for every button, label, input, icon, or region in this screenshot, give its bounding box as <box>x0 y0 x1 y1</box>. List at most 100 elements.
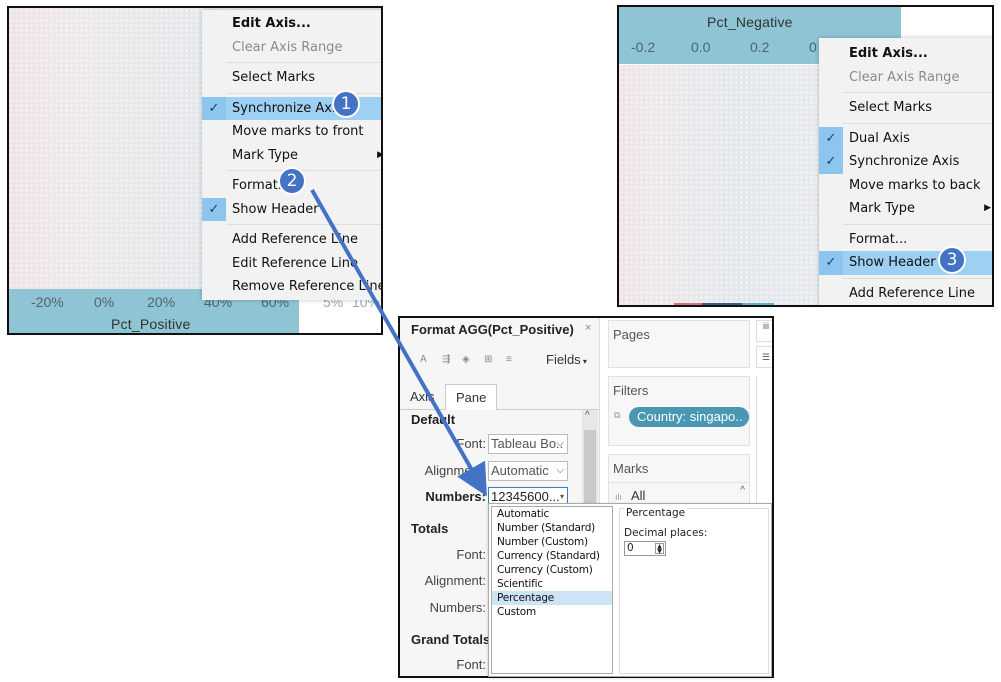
menu-item-mark-type[interactable]: Mark Type ▶ <box>819 197 992 221</box>
number-format-option[interactable]: Number (Standard) <box>492 521 612 535</box>
menu-item-format[interactable]: Format... <box>819 228 992 252</box>
section-totals: Totals <box>411 521 449 536</box>
menu-item-edit-reference-line[interactable]: Edit Reference Line <box>202 252 381 276</box>
alignment-value: Automatic <box>491 463 549 478</box>
scroll-up-icon[interactable]: ^ <box>740 485 745 496</box>
numbers-value: 12345600... <box>491 489 560 504</box>
decimal-places-stepper[interactable]: 0 ▲ ▼ <box>624 541 666 556</box>
filter-icon: ⧉ <box>614 410 621 420</box>
bar-mark-blue <box>742 303 774 305</box>
number-format-option[interactable]: Scientific <box>492 577 612 591</box>
menu-item-move-marks-to-back[interactable]: Move marks to back <box>819 174 992 198</box>
menu-item-label: Edit Axis... <box>232 16 311 31</box>
axis-tick: 0.2 <box>750 39 770 55</box>
marks-type-all[interactable]: All <box>631 488 645 503</box>
menu-item-select-marks[interactable]: Select Marks <box>202 66 381 90</box>
font-icon[interactable]: A <box>420 354 427 365</box>
view-area <box>756 376 772 516</box>
bar-mark-navy <box>702 303 742 305</box>
menu-item-synchronize-axis[interactable]: ✓ Synchronize Axis <box>819 150 992 174</box>
menu-item-clear-axis-range[interactable]: Clear Axis Range <box>202 36 381 60</box>
menu-item-label: Edit Axis... <box>849 46 928 61</box>
number-format-option[interactable]: Currency (Custom) <box>492 563 612 577</box>
axis-context-menu: Edit Axis... Clear Axis Range Select Marks… <box>819 38 992 306</box>
number-format-option[interactable]: Custom <box>492 605 612 619</box>
menu-item-edit-axis[interactable]: Edit Axis... <box>202 12 381 36</box>
menu-item-move-marks-to-front[interactable]: Move marks to front <box>202 120 381 144</box>
bar-mark-red <box>674 303 702 305</box>
axis-tick: 20% <box>147 294 176 310</box>
number-format-option[interactable]: Number (Custom) <box>492 535 612 549</box>
filters-shelf[interactable]: Filters ⧉ Country: singapo.. <box>608 376 750 446</box>
caret-down-icon: ▾ <box>580 357 587 366</box>
submenu-arrow-icon: ▶ <box>377 144 381 168</box>
stepper-arrows-icon[interactable]: ▲ ▼ <box>655 543 664 555</box>
format-group-label: Percentage <box>624 507 688 519</box>
menu-item-label: Clear Axis Range <box>232 39 343 55</box>
shading-icon[interactable]: ◈ <box>462 354 470 365</box>
font-label: Font: <box>456 436 486 451</box>
grand-totals-font-label: Font: <box>456 657 486 672</box>
menu-item-add-reference-line[interactable]: Add Reference Line <box>819 282 992 306</box>
menu-item-label: Select Marks <box>232 70 316 85</box>
align-icon[interactable]: ⇶ <box>442 354 450 365</box>
menu-separator <box>226 62 381 63</box>
filters-label: Filters <box>613 383 649 398</box>
menu-item-edit-axis[interactable]: Edit Axis... <box>819 42 992 66</box>
checkmark-icon: ✓ <box>202 197 226 221</box>
list-icon[interactable]: ☰ <box>756 346 772 368</box>
borders-icon[interactable]: ⊞ <box>484 354 492 365</box>
format-options: Percentage Decimal places: 0 ▲ ▼ <box>619 507 769 674</box>
menu-item-label: Show Header <box>849 255 936 270</box>
axis-title: Pct_Negative <box>707 14 793 30</box>
checkmark-icon: ✓ <box>202 96 226 120</box>
tab-axis[interactable]: Axis <box>400 384 445 410</box>
decimal-places-label: Decimal places: <box>624 527 708 539</box>
menu-item-remove-reference-line[interactable]: Remove Reference Line <box>202 275 381 299</box>
number-format-option[interactable]: Percentage <box>492 591 612 605</box>
menu-item-show-header[interactable]: ✓ Show Header <box>819 251 992 275</box>
marks-label: Marks <box>613 461 649 476</box>
totals-font-label: Font: <box>456 547 486 562</box>
menu-item-select-marks[interactable]: Select Marks <box>819 96 992 120</box>
menu-item-show-header[interactable]: ✓ Show Header <box>202 197 381 221</box>
menu-item-clear-axis-range[interactable]: Clear Axis Range <box>819 66 992 90</box>
menu-separator <box>843 92 992 93</box>
menu-separator <box>226 170 381 171</box>
menu-item-label: Mark Type <box>849 201 916 216</box>
lines-icon[interactable]: ≡ <box>506 354 512 365</box>
section-default: Default <box>411 412 456 427</box>
alignment-select[interactable]: Automatic ⌵ <box>488 461 568 481</box>
menu-item-label: Mark Type <box>232 147 299 163</box>
number-format-option[interactable]: Currency (Standard) <box>492 549 612 563</box>
axis-title: Pct_Positive <box>111 316 191 332</box>
menu-item-label: Synchronize Axis <box>232 100 343 116</box>
menu-item-add-reference-line[interactable]: Add Reference Line <box>202 228 381 252</box>
menu-item-label: Clear Axis Range <box>849 69 960 85</box>
menu-item-label: Add Reference Line <box>232 232 358 247</box>
pages-shelf[interactable]: Pages <box>608 320 750 368</box>
format-tabs: Axis Pane <box>400 384 600 410</box>
checkmark-icon: ✓ <box>819 251 843 275</box>
fields-dropdown[interactable]: Fields ▾ <box>546 352 587 367</box>
number-format-list: Automatic Number (Standard) Number (Custom… <box>491 506 613 674</box>
number-format-option[interactable]: Automatic <box>492 507 612 521</box>
toolbar-icon[interactable]: iii <box>756 320 772 342</box>
axis-tick: 0 <box>809 39 817 55</box>
left-screenshot-panel: -20% 0% 20% 40% 60% 5% 10% Pct_Positive … <box>7 6 383 335</box>
filter-pill-country[interactable]: Country: singapo.. <box>629 407 749 427</box>
menu-item-mark-type[interactable]: Mark Type ▶ <box>202 144 381 168</box>
marks-divider <box>609 482 749 483</box>
menu-separator <box>226 92 381 94</box>
font-value: Tableau Bo.. <box>491 436 564 451</box>
fields-label: Fields <box>546 352 581 367</box>
scroll-up-icon[interactable]: ^ <box>585 410 590 421</box>
font-select[interactable]: Tableau Bo.. ⌵ <box>488 434 568 454</box>
menu-item-dual-axis[interactable]: ✓ Dual Axis <box>819 126 992 150</box>
close-icon[interactable]: × <box>585 322 591 334</box>
tab-pane[interactable]: Pane <box>445 384 498 410</box>
axis-tick: 0% <box>94 294 115 310</box>
checkmark-icon: ✓ <box>819 126 843 150</box>
menu-item-label: Format... <box>849 231 908 247</box>
totals-numbers-label: Numbers: <box>429 600 486 615</box>
